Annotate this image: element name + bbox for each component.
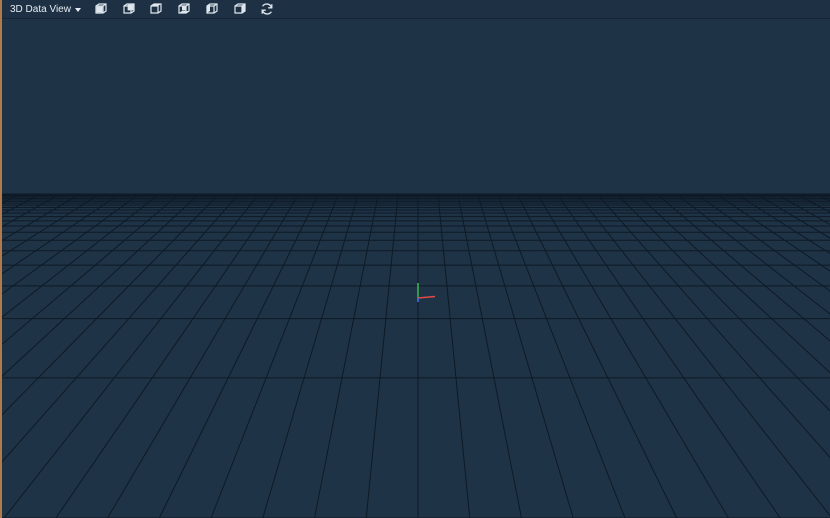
- grid-line: [365, 193, 399, 518]
- grid-line: [158, 193, 319, 518]
- grid-line: [556, 193, 781, 518]
- grid-line: [775, 193, 830, 225]
- 3d-data-view-window: 3D Data View: [0, 0, 830, 518]
- view-selector-label: 3D Data View: [10, 3, 71, 15]
- grid-line: [815, 193, 830, 202]
- view-right-button[interactable]: [232, 2, 248, 16]
- grid-line: [2, 193, 120, 275]
- view-front-button[interactable]: [93, 2, 109, 16]
- view-bottom-button[interactable]: [176, 2, 192, 16]
- 3d-viewport[interactable]: [2, 19, 830, 518]
- grid-line: [210, 193, 339, 518]
- grid-line: [107, 193, 300, 518]
- grid-line: [576, 193, 830, 517]
- grid-line: [437, 193, 471, 518]
- grid-line: [497, 193, 626, 518]
- grid-line: [736, 193, 830, 255]
- grid-line: [2, 193, 21, 204]
- grid-line: [536, 193, 729, 518]
- grid-line: [3, 193, 260, 518]
- ground-grid: [2, 193, 830, 518]
- grid-line: [656, 193, 830, 342]
- grid-line: [2, 193, 180, 345]
- x-axis-line: [417, 295, 436, 299]
- caret-down-icon: [74, 7, 81, 12]
- reset-view-button[interactable]: [259, 2, 275, 16]
- view-back-button[interactable]: [121, 2, 137, 16]
- grid-line: [517, 193, 678, 518]
- grid-line: [2, 193, 100, 257]
- grid-line: [314, 193, 379, 518]
- grid-line: [636, 193, 830, 374]
- grid-line: [616, 193, 830, 412]
- grid-line: [477, 193, 574, 518]
- grid-line: [2, 193, 200, 378]
- view-top-button[interactable]: [148, 2, 164, 16]
- grid-line: [2, 193, 80, 242]
- view-back-icon: [123, 3, 135, 14]
- grid-line: [696, 193, 830, 292]
- view-selector-dropdown[interactable]: 3D Data View: [10, 0, 81, 18]
- grid-line: [457, 193, 522, 518]
- 3d-scene[interactable]: [2, 19, 830, 518]
- viewer-toolbar: 3D Data View: [2, 0, 830, 19]
- view-bottom-icon: [178, 3, 190, 14]
- grid-line: [2, 193, 220, 416]
- grid-line: [262, 193, 359, 518]
- view-left-icon: [206, 3, 218, 14]
- grid-line: [2, 193, 41, 215]
- view-left-button[interactable]: [204, 2, 220, 16]
- grid-line: [55, 193, 280, 518]
- view-right-icon: [234, 3, 246, 14]
- grid-line: [2, 193, 61, 228]
- view-front-icon: [95, 3, 107, 14]
- reset-view-icon: [261, 3, 273, 15]
- view-top-icon: [150, 3, 162, 14]
